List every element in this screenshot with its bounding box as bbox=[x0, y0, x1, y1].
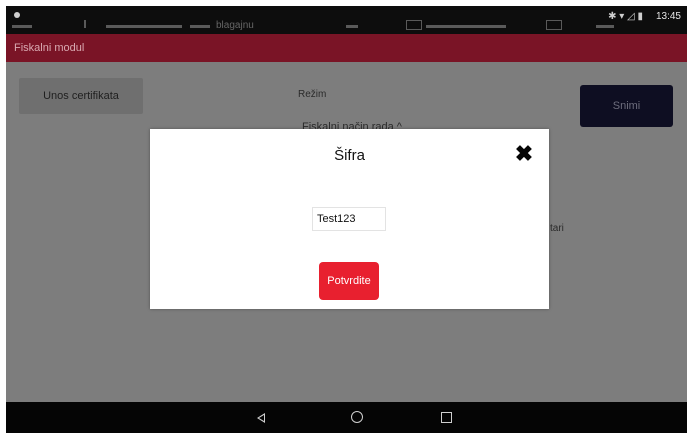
toolbar-stub bbox=[106, 25, 182, 28]
mode-label: Režim bbox=[298, 89, 327, 100]
notification-dot-icon bbox=[14, 12, 20, 18]
toolbar-stub bbox=[190, 25, 210, 28]
password-input[interactable] bbox=[312, 207, 386, 231]
toolbar-box-icon bbox=[406, 20, 422, 30]
navigation-bar bbox=[6, 402, 687, 433]
partial-label: tari bbox=[550, 223, 564, 234]
close-icon[interactable]: ✖ bbox=[514, 143, 534, 165]
recent-apps-icon[interactable] bbox=[441, 412, 452, 423]
toolbar-box-icon bbox=[546, 20, 562, 30]
app-bar: Fiskalni modul bbox=[6, 34, 687, 62]
menu-bar-icon bbox=[12, 25, 32, 28]
tablet-screen: blagajnu ✱ ▾ ◿ ▮ 13:45 Fiskalni modul Un… bbox=[0, 0, 693, 433]
home-icon[interactable] bbox=[351, 411, 363, 423]
password-dialog: Šifra ✖ Potvrdite bbox=[150, 129, 549, 309]
save-label: Snimi bbox=[612, 100, 641, 112]
save-button[interactable]: Snimi bbox=[580, 85, 673, 127]
back-icon[interactable] bbox=[257, 413, 265, 423]
certificate-entry-button[interactable]: Unos certifikata bbox=[19, 78, 143, 114]
status-bar: blagajnu ✱ ▾ ◿ ▮ 13:45 bbox=[6, 6, 687, 34]
tab-text: blagajnu bbox=[216, 20, 254, 31]
divider bbox=[84, 20, 86, 28]
confirm-button[interactable]: Potvrdite bbox=[319, 262, 379, 300]
status-icons: ✱ ▾ ◿ ▮ bbox=[608, 11, 643, 22]
toolbar-stub bbox=[426, 25, 506, 28]
toolbar-stub bbox=[346, 25, 358, 28]
app-title: Fiskalni modul bbox=[14, 42, 85, 54]
dialog-title: Šifra bbox=[334, 147, 365, 164]
certificate-entry-label: Unos certifikata bbox=[43, 90, 119, 102]
clock: 13:45 bbox=[655, 11, 681, 22]
toolbar-stub bbox=[596, 25, 614, 28]
